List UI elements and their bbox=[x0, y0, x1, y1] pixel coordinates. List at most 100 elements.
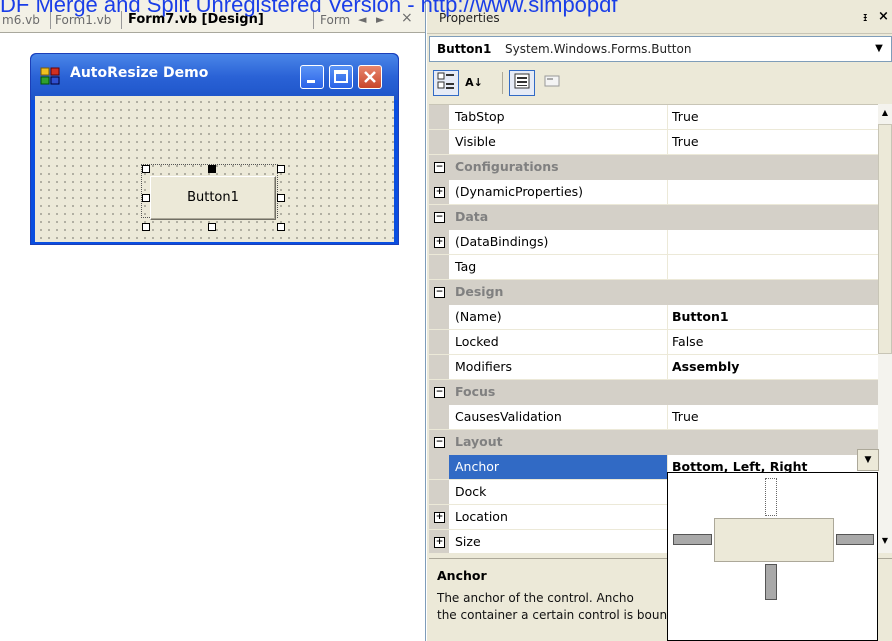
property-name: Locked bbox=[455, 334, 499, 349]
resize-handle[interactable] bbox=[277, 194, 285, 202]
property-row-visible[interactable]: Visible True bbox=[429, 130, 878, 155]
row-gutter bbox=[429, 480, 449, 504]
close-icon bbox=[364, 71, 376, 83]
expand-icon[interactable]: + bbox=[434, 187, 445, 198]
button1-control[interactable]: Button1 bbox=[150, 176, 276, 220]
chevron-down-icon[interactable]: ▼ bbox=[869, 39, 889, 59]
form-app-icon bbox=[40, 67, 60, 85]
property-name: Visible bbox=[455, 134, 496, 149]
property-row-tabstop[interactable]: TabStop True bbox=[429, 105, 878, 130]
collapse-icon[interactable]: − bbox=[434, 437, 445, 448]
anchor-top-toggle[interactable] bbox=[765, 478, 777, 516]
resize-handle[interactable] bbox=[142, 194, 150, 202]
row-gutter bbox=[429, 105, 449, 129]
property-value: False bbox=[672, 334, 704, 349]
property-row-modifiers[interactable]: Modifiers Assembly bbox=[429, 355, 878, 380]
property-pages-button[interactable] bbox=[539, 70, 565, 96]
expand-icon[interactable]: + bbox=[434, 512, 445, 523]
category-row-layout[interactable]: − Layout bbox=[429, 430, 878, 455]
maximize-icon bbox=[334, 70, 348, 83]
row-gutter bbox=[429, 355, 449, 379]
value-cell[interactable] bbox=[667, 180, 878, 204]
maximize-button[interactable] bbox=[329, 65, 353, 89]
categorized-icon bbox=[437, 72, 454, 89]
object-selector[interactable]: Button1 System.Windows.Forms.Button ▼ bbox=[429, 36, 892, 62]
property-name: Modifiers bbox=[455, 359, 513, 374]
property-name: (Name) bbox=[455, 309, 502, 324]
property-value: Assembly bbox=[672, 359, 740, 374]
watermark-text: DF Merge and Split Unregistered Version … bbox=[0, 0, 618, 17]
collapse-icon[interactable]: − bbox=[434, 387, 445, 398]
row-gutter bbox=[429, 305, 449, 329]
collapse-icon[interactable]: − bbox=[434, 287, 445, 298]
resize-handle[interactable] bbox=[142, 165, 150, 173]
close-button[interactable] bbox=[358, 65, 382, 89]
property-row-tag[interactable]: Tag bbox=[429, 255, 878, 280]
categorized-button[interactable] bbox=[433, 70, 459, 96]
property-name: Anchor bbox=[449, 455, 667, 479]
property-row-dynamicproperties[interactable]: + (DynamicProperties) bbox=[429, 180, 878, 205]
resize-handle[interactable] bbox=[208, 165, 216, 173]
property-row-name[interactable]: (Name) Button1 bbox=[429, 305, 878, 330]
property-value: True bbox=[672, 134, 699, 149]
expand-icon[interactable]: + bbox=[434, 237, 445, 248]
form-title: AutoResize Demo bbox=[70, 65, 209, 81]
property-name: CausesValidation bbox=[455, 409, 562, 424]
row-gutter bbox=[429, 130, 449, 154]
properties-view-button[interactable] bbox=[509, 70, 535, 96]
property-name: (DataBindings) bbox=[455, 234, 549, 249]
resize-handle[interactable] bbox=[277, 223, 285, 231]
anchor-bottom-toggle[interactable] bbox=[765, 564, 777, 600]
property-row-causesvalidation[interactable]: CausesValidation True bbox=[429, 405, 878, 430]
minimize-icon bbox=[307, 80, 315, 83]
property-name: Dock bbox=[455, 484, 487, 499]
resize-handle[interactable] bbox=[208, 223, 216, 231]
anchor-editor-popup bbox=[667, 472, 878, 641]
minimize-button[interactable] bbox=[300, 65, 324, 89]
property-value: Button1 bbox=[672, 309, 729, 324]
properties-list-icon bbox=[514, 73, 530, 89]
expand-icon[interactable]: + bbox=[434, 537, 445, 548]
property-name: TabStop bbox=[455, 109, 505, 124]
scroll-up-icon[interactable]: ▲ bbox=[878, 104, 892, 122]
value-cell[interactable] bbox=[667, 255, 878, 279]
description-title: Anchor bbox=[437, 568, 487, 583]
category-name: Focus bbox=[455, 384, 496, 399]
designer-pane: m6.vb Form1.vb Form7.vb [Design] Form ◄ … bbox=[0, 0, 426, 641]
resize-handle[interactable] bbox=[142, 223, 150, 231]
object-name: Button1 bbox=[437, 42, 492, 56]
property-name: (DynamicProperties) bbox=[455, 184, 584, 199]
anchor-left-toggle[interactable] bbox=[673, 534, 712, 545]
property-name: Size bbox=[455, 534, 481, 549]
property-value: True bbox=[672, 109, 699, 124]
resize-handle[interactable] bbox=[277, 165, 285, 173]
category-name: Data bbox=[455, 209, 489, 224]
row-gutter bbox=[429, 330, 449, 354]
scrollbar-thumb[interactable] bbox=[878, 124, 892, 354]
property-name: Location bbox=[455, 509, 508, 524]
anchor-right-toggle[interactable] bbox=[836, 534, 874, 545]
value-cell[interactable] bbox=[667, 230, 878, 254]
anchor-control-preview bbox=[714, 518, 834, 562]
category-row-configurations[interactable]: − Configurations bbox=[429, 155, 878, 180]
property-grid-scrollbar[interactable]: ▲ ▼ bbox=[878, 104, 892, 553]
category-row-data[interactable]: − Data bbox=[429, 205, 878, 230]
properties-toolbar: A↓ bbox=[427, 66, 892, 104]
form-titlebar[interactable]: AutoResize Demo bbox=[31, 54, 398, 100]
alphabetical-button[interactable]: A↓ bbox=[461, 70, 487, 96]
anchor-dropdown-button[interactable]: ▼ bbox=[857, 449, 879, 471]
toolbar-separator bbox=[502, 72, 503, 94]
category-name: Configurations bbox=[455, 159, 559, 174]
category-row-focus[interactable]: − Focus bbox=[429, 380, 878, 405]
category-row-design[interactable]: − Design bbox=[429, 280, 878, 305]
collapse-icon[interactable]: − bbox=[434, 212, 445, 223]
property-value: True bbox=[672, 409, 699, 424]
property-pages-icon bbox=[544, 75, 560, 87]
row-gutter bbox=[429, 455, 449, 479]
property-row-databindings[interactable]: + (DataBindings) bbox=[429, 230, 878, 255]
scroll-down-icon[interactable]: ▼ bbox=[878, 532, 892, 550]
property-row-locked[interactable]: Locked False bbox=[429, 330, 878, 355]
collapse-icon[interactable]: − bbox=[434, 162, 445, 173]
row-gutter bbox=[429, 255, 449, 279]
row-gutter bbox=[429, 405, 449, 429]
